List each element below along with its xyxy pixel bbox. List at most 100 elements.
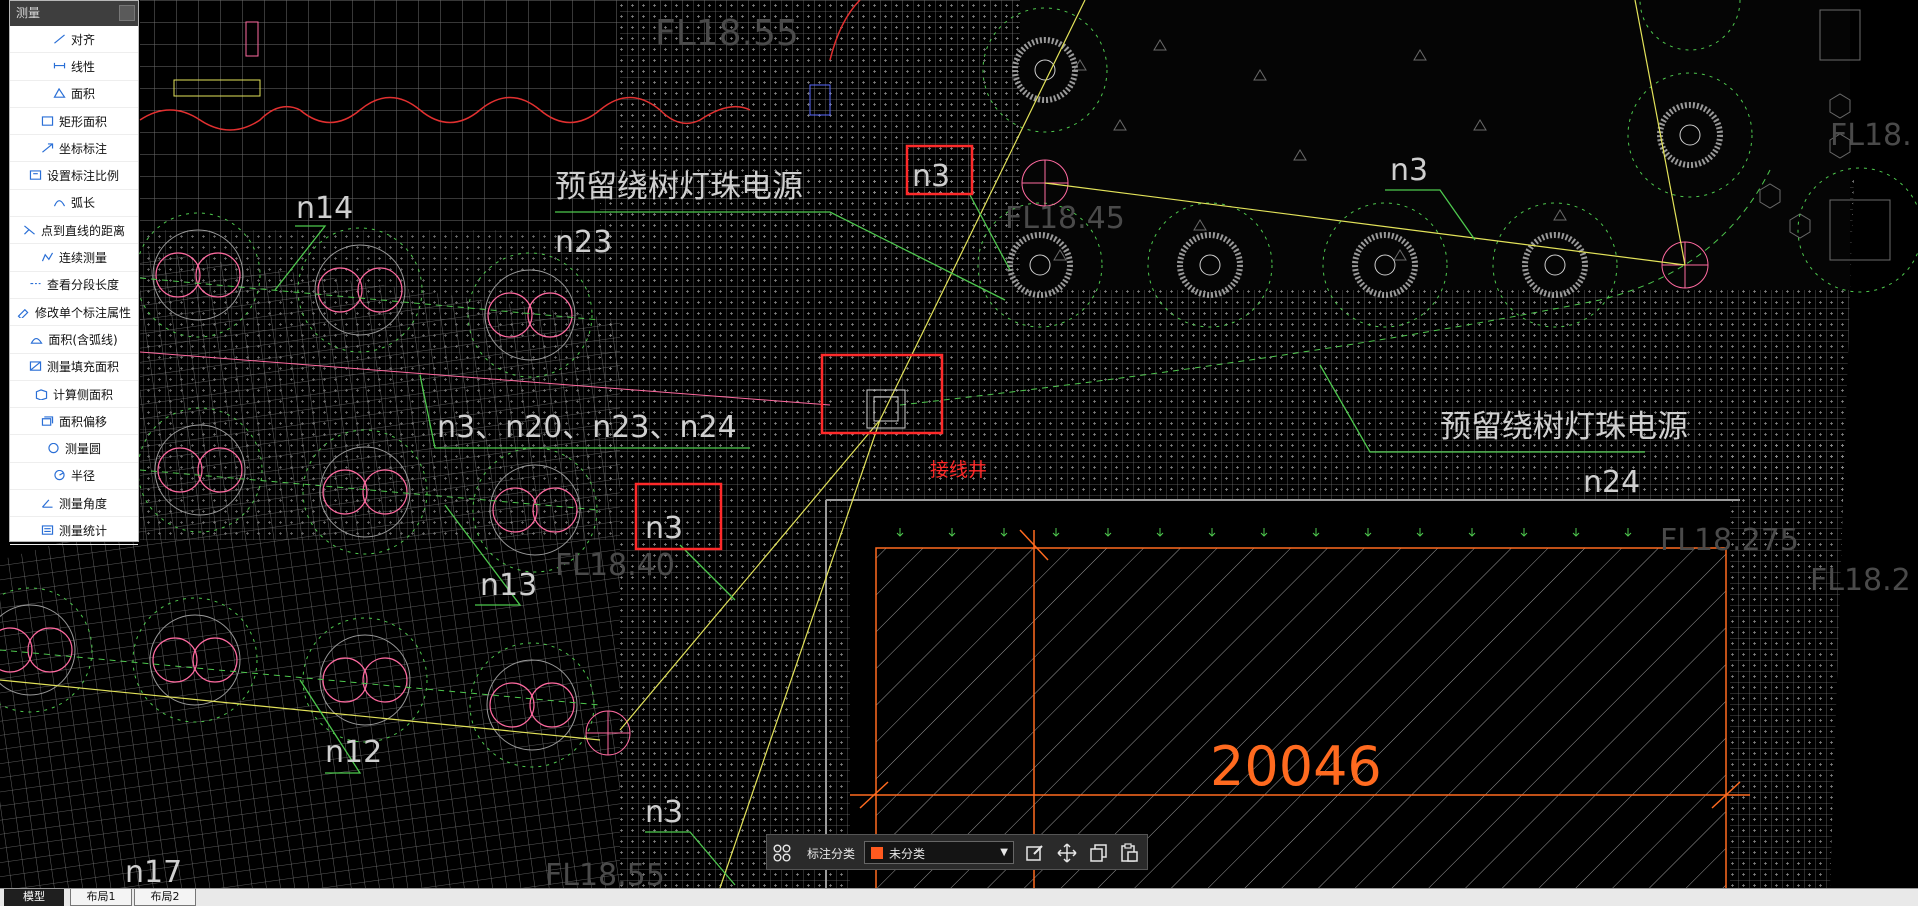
chevron-down-icon: ▼	[1000, 847, 1008, 858]
tool-label: 测量角度	[58, 496, 107, 511]
side-area-icon	[35, 388, 48, 400]
tool-label: 面积(含弧线)	[48, 332, 118, 347]
classify-value: 未分类	[889, 847, 926, 861]
tool-coordinate[interactable]: 坐标标注	[10, 135, 138, 163]
circle-icon	[47, 443, 60, 454]
edit-prop-icon	[17, 307, 30, 318]
radius-icon	[53, 470, 66, 481]
tool-label: 对齐	[70, 32, 95, 47]
tab-layout1[interactable]: 布局1	[70, 889, 132, 906]
tool-area-offset[interactable]: 面积偏移	[10, 408, 138, 436]
label-n3-boxed-top: n3	[912, 159, 950, 194]
grid-icon[interactable]	[773, 844, 791, 862]
tool-point-line[interactable]: 点到直线的距离	[10, 217, 138, 245]
area-offset-icon	[41, 416, 54, 427]
align-icon	[53, 34, 66, 45]
tool-label: 弧长	[70, 196, 95, 211]
tool-arc[interactable]: 弧长	[10, 190, 138, 218]
tool-label: 线性	[70, 59, 95, 74]
fl-label-mid: FL18.40	[555, 548, 675, 583]
scale-icon	[29, 170, 42, 181]
fl-label-top: FL18.55	[655, 13, 799, 54]
tool-continuous[interactable]: 连续测量	[10, 244, 138, 272]
tool-scale[interactable]: 设置标注比例	[10, 162, 138, 190]
tool-edit-prop[interactable]: 修改单个标注属性	[10, 299, 138, 327]
classify-select[interactable]: 未分类 ▼	[864, 841, 1014, 864]
cad-canvas[interactable]: FL18.55 FL18.40 FL18.275 FL18.2 FL18.55 …	[0, 0, 1918, 888]
tool-label: 计算侧面积	[52, 387, 113, 402]
tool-label: 连续测量	[58, 251, 107, 266]
fl-label-far-right: FL18.	[1830, 118, 1912, 153]
annotation-toolbar: 标注分类 未分类 ▼	[766, 834, 1148, 870]
label-multi: n3、n20、n23、n24	[437, 410, 737, 445]
tool-segment[interactable]: 查看分段长度	[10, 272, 138, 299]
measure-panel: 测量 对齐线性面积矩形面积坐标标注设置标注比例 弧长点到直线的距离 连续测量查看分段…	[9, 0, 139, 545]
point-line-icon	[23, 225, 36, 236]
label-n3-right: n3	[1390, 153, 1428, 188]
fl-label-right-b: FL18.2	[1810, 563, 1911, 598]
tab-model[interactable]: 模型	[4, 889, 64, 906]
tool-fill-area[interactable]: 测量填充面积	[10, 354, 138, 381]
tool-rect-area[interactable]: 矩形面积	[10, 108, 138, 136]
move-icon[interactable]	[1057, 843, 1077, 863]
panel-close-button[interactable]	[119, 5, 135, 21]
tool-label: 修改单个标注属性	[34, 305, 131, 320]
dark-plaza	[1020, 0, 1850, 290]
fl-label-right-a: FL18.275	[1660, 523, 1799, 558]
stats-icon	[41, 525, 54, 536]
layout-tabbar: 模型 布局1 布局2	[0, 888, 1918, 906]
label-junction: 接线井	[930, 459, 987, 481]
tab-layout2[interactable]: 布局2	[134, 889, 196, 906]
rect-area-icon	[41, 115, 54, 127]
segment-icon	[29, 279, 42, 290]
paste-icon[interactable]	[1119, 843, 1139, 863]
label-n17: n17	[125, 855, 182, 888]
tool-align[interactable]: 对齐	[10, 26, 138, 54]
label-n13: n13	[480, 568, 537, 603]
edit-icon[interactable]	[1025, 843, 1045, 863]
panel-header: 测量	[10, 1, 138, 26]
tool-label: 测量填充面积	[46, 360, 119, 375]
tool-list: 对齐线性面积矩形面积坐标标注设置标注比例 弧长点到直线的距离 连续测量查看分段长度修…	[10, 26, 138, 545]
hatched-area	[825, 499, 1740, 888]
classify-label: 标注分类	[807, 847, 856, 861]
tool-label: 面积	[70, 87, 95, 102]
area-icon	[53, 88, 66, 99]
tool-label: 点到直线的距离	[40, 223, 125, 238]
label-n23: n23	[555, 225, 612, 260]
continuous-icon	[41, 252, 54, 263]
tool-stats[interactable]: 测量统计	[10, 517, 138, 545]
label-n24: n24	[1583, 465, 1640, 500]
panel-title: 测量	[16, 6, 41, 20]
arc-area-icon	[30, 334, 43, 345]
tool-arc-area[interactable]: 面积(含弧线)	[10, 326, 138, 354]
label-power-b: 预留绕树灯珠电源	[1440, 409, 1688, 445]
tool-angle[interactable]: 测量角度	[10, 490, 138, 518]
arc-icon	[53, 197, 66, 208]
label-n3-boxed-mid: n3	[645, 511, 683, 546]
tool-area[interactable]: 面积	[10, 81, 138, 108]
tool-radius[interactable]: 半径	[10, 463, 138, 491]
tool-label: 坐标标注	[58, 141, 107, 156]
tool-circle[interactable]: 测量圆	[10, 435, 138, 463]
label-power-a: 预留绕树灯珠电源	[555, 169, 803, 205]
label-dimension: 20046	[1210, 735, 1382, 798]
classify-color-swatch	[871, 847, 883, 859]
tool-label: 半径	[70, 469, 95, 484]
copy-icon[interactable]	[1089, 843, 1109, 863]
tool-label: 设置标注比例	[46, 169, 119, 184]
coordinate-icon	[41, 143, 54, 154]
angle-icon	[41, 498, 54, 509]
fl-label-bottom: FL18.55	[545, 858, 665, 888]
tool-linear[interactable]: 线性	[10, 53, 138, 81]
tool-label: 面积偏移	[58, 414, 107, 429]
fl-label-upper-right: FL18.45	[1005, 201, 1125, 236]
label-n14: n14	[296, 191, 353, 226]
tool-label: 矩形面积	[58, 114, 107, 129]
tool-label: 测量统计	[58, 523, 107, 538]
fill-area-icon	[29, 361, 42, 372]
label-n3-bottom: n3	[645, 795, 683, 830]
tool-label: 测量圆	[64, 442, 101, 457]
label-n12: n12	[325, 735, 382, 770]
tool-side-area[interactable]: 计算侧面积	[10, 381, 138, 409]
